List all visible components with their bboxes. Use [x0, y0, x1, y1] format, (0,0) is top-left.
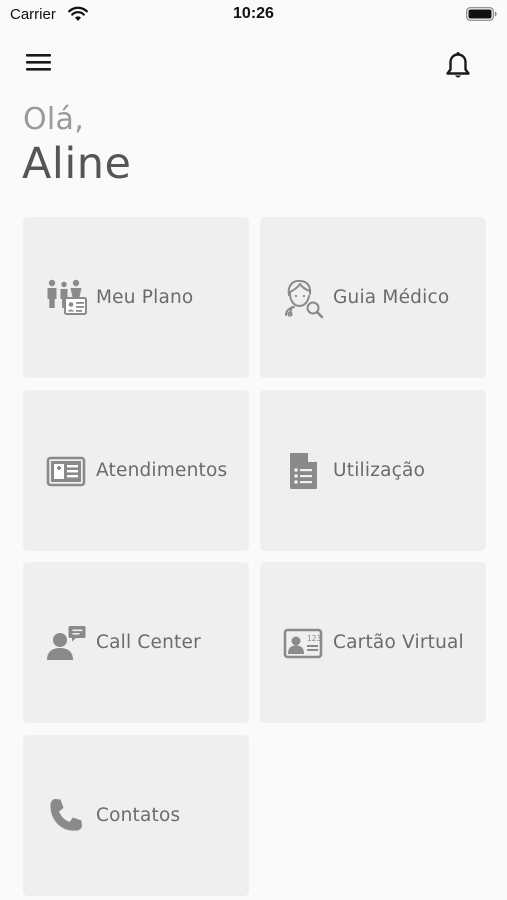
tile-label: Utilização [333, 460, 426, 481]
tile-label: Contatos [96, 805, 181, 826]
virtual-card-icon: 123 [282, 622, 324, 664]
tile-cartao-virtual[interactable]: 123 Cartão Virtual [260, 562, 486, 723]
tile-guia-medico[interactable]: Guia Médico [260, 217, 486, 378]
phone-icon [45, 795, 87, 837]
person-chat-icon [45, 622, 87, 664]
greeting-text: Olá, [23, 102, 85, 137]
svg-text:123: 123 [307, 634, 322, 643]
doctor-search-icon [282, 277, 324, 319]
battery-icon [466, 7, 497, 21]
tile-utilizacao[interactable]: Utilização [260, 390, 486, 551]
home-screen: Carrier 10:26 Olá, Aline Meu Plano Guia … [0, 0, 507, 900]
tile-label: Meu Plano [96, 287, 194, 308]
tile-call-center[interactable]: Call Center [23, 562, 249, 723]
tile-label: Atendimentos [96, 460, 228, 481]
document-list-icon [282, 450, 324, 492]
notification-bell-icon[interactable] [444, 51, 472, 81]
status-bar: Carrier 10:26 [0, 0, 507, 32]
family-card-icon [45, 277, 87, 319]
tile-label: Cartão Virtual [333, 632, 464, 653]
tile-contatos[interactable]: Contatos [23, 735, 249, 896]
tile-atendimentos[interactable]: Atendimentos [23, 390, 249, 551]
status-time: 10:26 [233, 5, 274, 22]
tile-meu-plano[interactable]: Meu Plano [23, 217, 249, 378]
hamburger-menu-icon[interactable] [24, 50, 54, 76]
tile-label: Call Center [96, 632, 201, 653]
id-card-icon [45, 450, 87, 492]
user-name: Aline [22, 139, 132, 189]
tile-label: Guia Médico [333, 287, 450, 308]
